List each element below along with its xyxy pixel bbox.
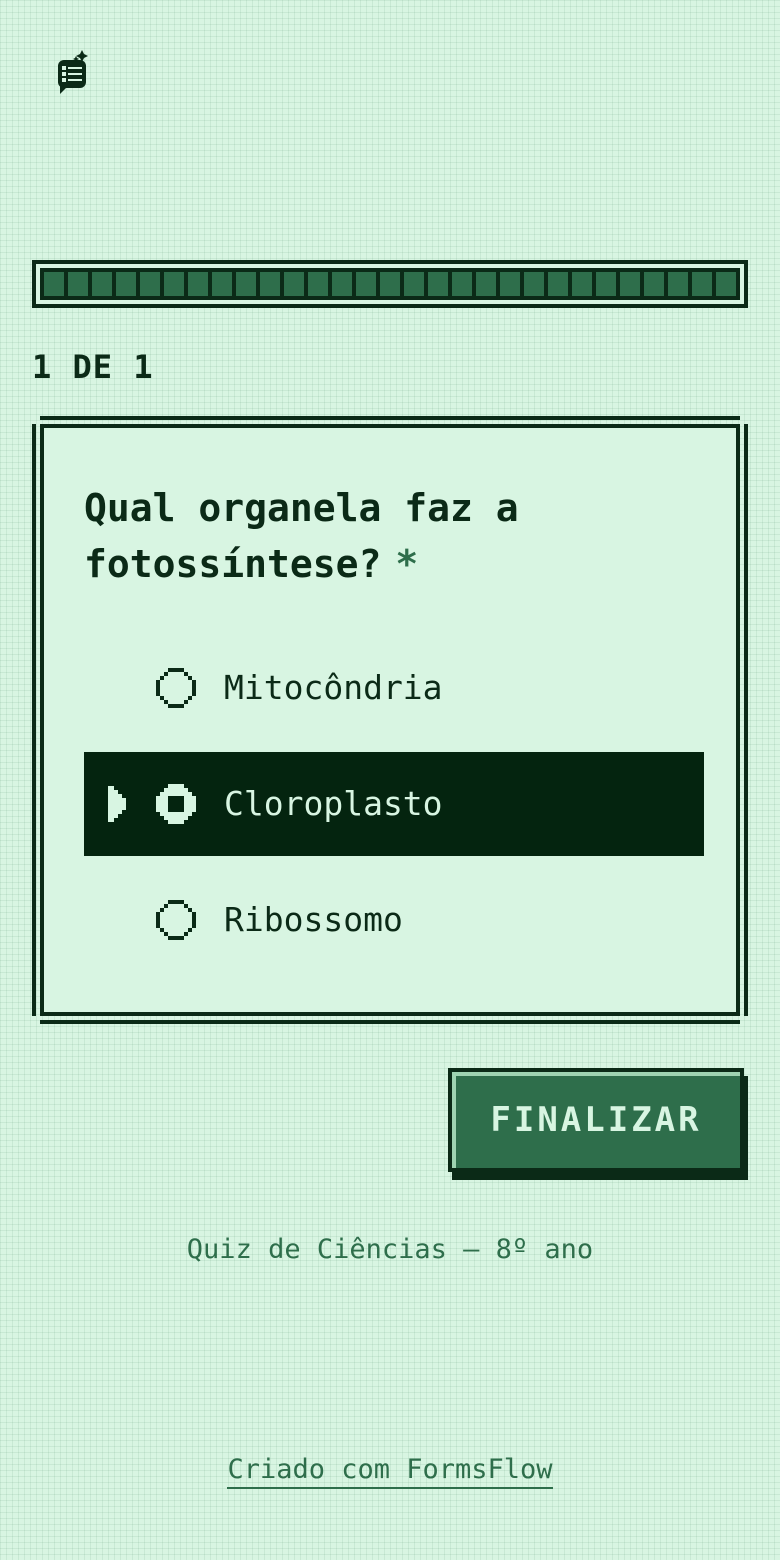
card-border-right [744, 424, 748, 1016]
progress-segment [476, 272, 496, 296]
card-border-top [40, 416, 740, 420]
footer-link[interactable]: Criado com FormsFlow [227, 1454, 553, 1489]
progress-segment [428, 272, 448, 296]
form-sparkle-icon [58, 50, 88, 94]
radio-empty-icon[interactable] [156, 668, 196, 708]
progress-segment [164, 272, 184, 296]
progress-segment [356, 272, 376, 296]
footer: Criado com FormsFlow [0, 1454, 780, 1489]
progress-segment [332, 272, 352, 296]
progress-segment [92, 272, 112, 296]
progress-segment [500, 272, 520, 296]
progress-segment [572, 272, 592, 296]
progress-segment [548, 272, 568, 296]
submit-button[interactable]: FINALIZAR [448, 1068, 744, 1172]
option-label: Mitocôndria [224, 668, 443, 707]
quiz-title: Quiz de Ciências — 8º ano [186, 1234, 594, 1265]
radio-empty-icon[interactable] [156, 900, 196, 940]
progress-segment [68, 272, 88, 296]
progress-bar [32, 260, 748, 308]
progress-segment [284, 272, 304, 296]
progress-segment [668, 272, 688, 296]
card-border-bottom [40, 1020, 740, 1024]
question-title: Qual organela faz a fotossíntese? * [84, 480, 644, 592]
required-mark: * [395, 542, 419, 586]
progress-segment [404, 272, 424, 296]
progress-segment [596, 272, 616, 296]
progress-segment [380, 272, 400, 296]
progress-segment [452, 272, 472, 296]
option-mitocondria[interactable]: Mitocôndria [84, 636, 704, 740]
option-ribossomo[interactable]: Ribossomo [84, 868, 704, 972]
question-card: Qual organela faz a fotossíntese? * Mitoc… [32, 416, 748, 1024]
progress-segment [524, 272, 544, 296]
question-counter: 1 DE 1 [32, 348, 154, 386]
progress-segment [188, 272, 208, 296]
progress-segment [116, 272, 136, 296]
radio-selected-icon[interactable] [156, 784, 196, 824]
progress-segment [260, 272, 280, 296]
progress-segment [236, 272, 256, 296]
progress-segment [44, 272, 64, 296]
progress-segment [308, 272, 328, 296]
card-border-left [32, 424, 36, 1016]
progress-segment [692, 272, 712, 296]
option-label: Cloroplasto [224, 784, 443, 823]
selection-arrow-icon [108, 786, 126, 822]
progress-segment [644, 272, 664, 296]
question-text: Qual organela faz a fotossíntese? [84, 486, 519, 586]
option-label: Ribossomo [224, 900, 403, 939]
progress-fill [40, 268, 740, 300]
option-cloroplasto[interactable]: Cloroplasto [84, 752, 704, 856]
progress-segment [140, 272, 160, 296]
progress-segment [620, 272, 640, 296]
progress-segment [212, 272, 232, 296]
question-card-body: Qual organela faz a fotossíntese? * Mitoc… [40, 424, 740, 1016]
progress-segment [716, 272, 736, 296]
submit-button-wrapper: FINALIZAR [448, 1068, 748, 1180]
